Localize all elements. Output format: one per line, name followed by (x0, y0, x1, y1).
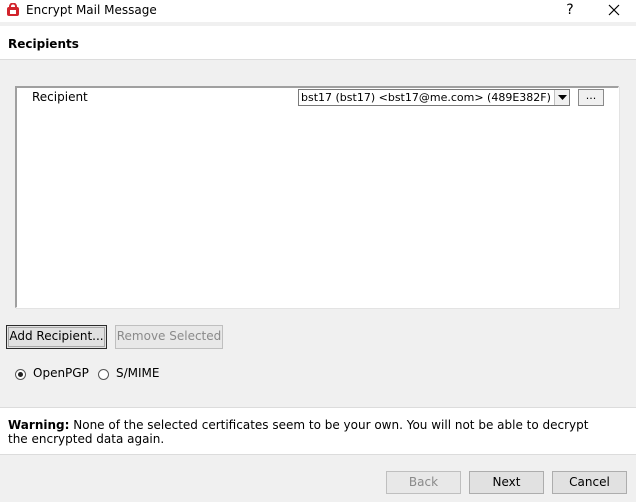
warning-text: Warning: None of the selected certificat… (8, 418, 608, 446)
browse-certificates-button[interactable]: ... (578, 89, 604, 106)
back-button[interactable]: Back (386, 471, 461, 494)
radio-smime-indicator[interactable] (98, 369, 109, 380)
recipient-label: Recipient (32, 90, 88, 104)
help-button[interactable]: ? (559, 1, 581, 21)
radio-smime-label: S/MIME (116, 366, 160, 380)
cancel-button[interactable]: Cancel (552, 471, 627, 494)
recipient-certificate-value: bst17 (bst17) <bst17@me.com> (489E382F) (301, 91, 551, 104)
close-icon (608, 4, 620, 16)
recipients-list[interactable]: Recipient bst17 (bst17) <bst17@me.com> (… (15, 86, 619, 308)
radio-openpgp-label: OpenPGP (33, 366, 89, 380)
close-button[interactable] (600, 0, 628, 22)
add-recipient-button[interactable]: Add Recipient... (6, 325, 107, 349)
warning-label: Warning: (8, 418, 70, 432)
remove-selected-button[interactable]: Remove Selected (115, 325, 223, 349)
recipient-certificate-select[interactable]: bst17 (bst17) <bst17@me.com> (489E382F) (298, 89, 570, 106)
page-title: Recipients (8, 37, 79, 51)
title-bar: Encrypt Mail Message ? (0, 0, 636, 22)
chevron-down-icon[interactable] (554, 90, 569, 105)
kleopatra-app-icon (6, 2, 20, 17)
window-title: Encrypt Mail Message (26, 3, 157, 17)
page-header: Recipients (0, 26, 636, 60)
warning-message: None of the selected certificates seem t… (8, 418, 589, 446)
next-button[interactable]: Next (469, 471, 544, 494)
warning-panel: Warning: None of the selected certificat… (0, 407, 636, 455)
radio-openpgp-indicator[interactable] (15, 369, 26, 380)
